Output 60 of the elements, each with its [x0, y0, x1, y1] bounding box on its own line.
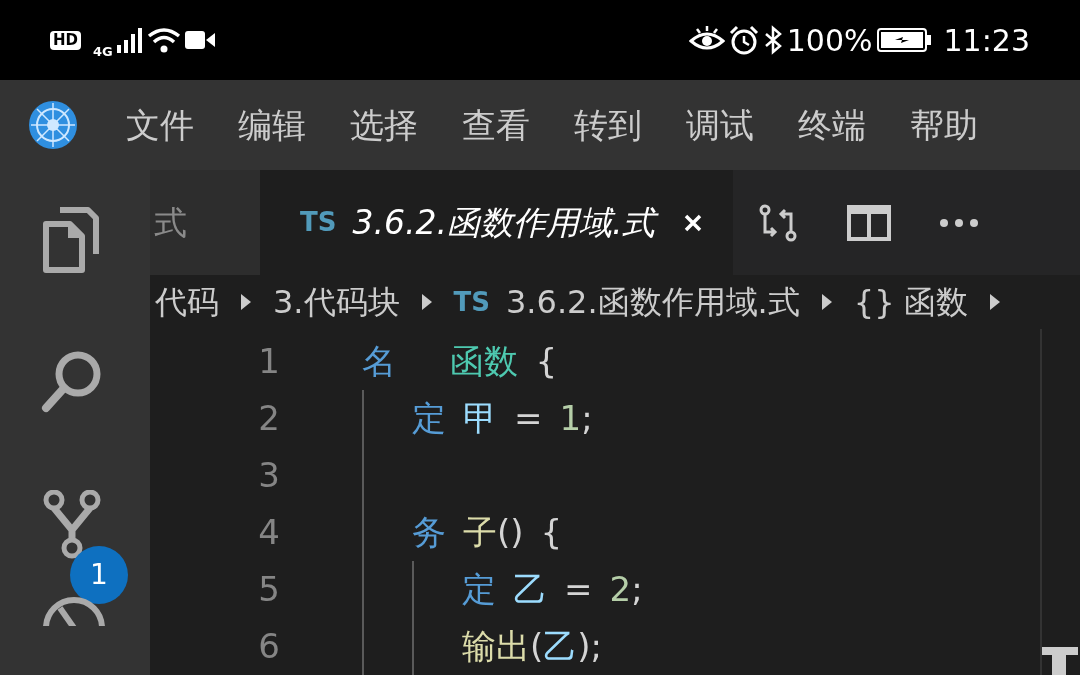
- breadcrumb-item[interactable]: {} 函数: [853, 278, 969, 326]
- code-token: 务: [412, 511, 446, 554]
- code-token: (): [497, 511, 524, 554]
- split-editor-icon[interactable]: [847, 202, 892, 243]
- code-token: 2: [609, 568, 632, 611]
- code-token: 函数: [450, 340, 519, 383]
- code-token: {: [540, 511, 563, 554]
- code-token: ;: [581, 397, 593, 440]
- code-token: 乙: [543, 625, 578, 668]
- code-token: 子: [463, 511, 497, 554]
- battery-icon: [876, 28, 932, 52]
- breadcrumb-item[interactable]: 3.代码块: [273, 278, 400, 326]
- line-number: 5: [257, 568, 280, 611]
- code-token: {: [535, 340, 558, 383]
- code-token: ;: [631, 568, 643, 611]
- code-token: 定: [412, 397, 446, 440]
- battery-percentage: 100%: [786, 21, 873, 60]
- notification-badge: 1: [70, 546, 128, 604]
- menu-item[interactable]: 转到: [552, 80, 664, 170]
- scrollbar-thumb[interactable]: [1042, 647, 1078, 675]
- breadcrumb-item[interactable]: 代码: [155, 278, 219, 326]
- menu-item[interactable]: 选择: [328, 80, 440, 170]
- clock-time: 11:23: [943, 21, 1030, 60]
- breadcrumb-item[interactable]: TS 3.6.2.函数作用域.式: [453, 278, 800, 326]
- menu-item[interactable]: 文件: [104, 80, 216, 170]
- wifi-icon: [146, 26, 181, 54]
- code-token: 输出: [462, 625, 530, 668]
- code-token: =: [564, 568, 593, 611]
- code-token: 1: [559, 397, 582, 440]
- editor-tab[interactable]: TS 3.6.2.函数作用域.式: [260, 170, 734, 275]
- code-token: ;: [590, 625, 602, 668]
- code-token: ): [577, 625, 591, 668]
- code-token: =: [514, 397, 543, 440]
- menu-item[interactable]: 终端: [776, 80, 888, 170]
- line-number: 6: [257, 625, 280, 668]
- close-icon[interactable]: [683, 212, 704, 233]
- code-token: 乙: [513, 568, 547, 611]
- alarm-icon: [728, 25, 759, 55]
- line-number: 4: [257, 511, 280, 554]
- chevron-icon: [239, 292, 253, 312]
- menu-item[interactable]: 调试: [664, 80, 776, 170]
- menu-item[interactable]: 帮助: [888, 80, 1000, 170]
- app-logo-icon: [28, 100, 78, 150]
- network-type: 4G: [93, 43, 113, 62]
- editor-tab[interactable]: 式: [150, 170, 260, 275]
- line-number: 1: [257, 340, 280, 383]
- line-number: 3: [257, 454, 280, 497]
- code-token: 甲: [463, 397, 497, 440]
- more-actions-icon[interactable]: [939, 217, 980, 228]
- menu-item[interactable]: 编辑: [216, 80, 328, 170]
- video-camera-icon: [184, 29, 215, 51]
- chevron-icon: [819, 292, 834, 312]
- chevron-icon: [419, 292, 434, 312]
- code-token: 名: [362, 340, 396, 383]
- menu-item[interactable]: 查看: [440, 80, 552, 170]
- signal-icon: [116, 27, 143, 53]
- code-token: 定: [462, 568, 496, 611]
- line-number: 2: [257, 397, 280, 440]
- hd-indicator: HD: [50, 30, 81, 50]
- code-token: (: [530, 625, 544, 668]
